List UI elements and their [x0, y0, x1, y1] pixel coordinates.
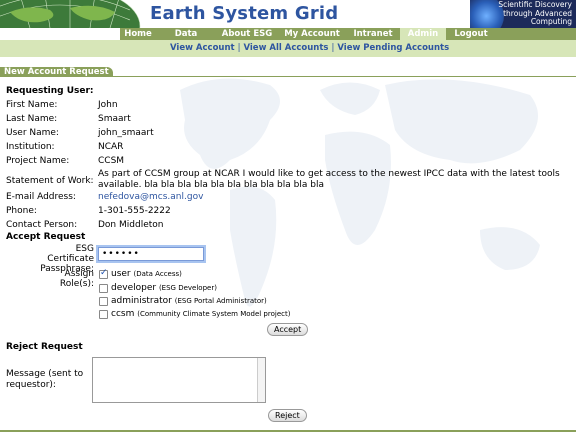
accept-button[interactable]: Accept	[267, 323, 309, 336]
field-label-phone: Phone:	[6, 206, 37, 216]
accept-request-heading: Accept Request	[6, 232, 86, 242]
reject-message-textarea[interactable]	[92, 357, 266, 403]
field-label-user-name: User Name:	[6, 128, 59, 138]
globe-logo	[0, 0, 142, 28]
field-value-statement-of-work: As part of CCSM group at NCAR I would li…	[98, 169, 560, 191]
role-developer-label: developer (ESG Developer)	[111, 283, 217, 293]
tab-logout[interactable]: Logout	[446, 28, 496, 40]
footer-divider	[0, 430, 576, 432]
tab-about-esg[interactable]: About ESG	[216, 28, 278, 40]
main-nav: Home Data About ESG My Account Intranet …	[120, 28, 496, 40]
site-title[interactable]: Earth System Grid	[150, 3, 338, 24]
role-user-desc: (Data Access)	[133, 270, 182, 278]
world-map-background	[180, 78, 540, 307]
link-view-pending-accounts[interactable]: View Pending Accounts	[337, 43, 449, 53]
link-view-account[interactable]: View Account	[170, 43, 235, 53]
field-value-contact-person: Don Middleton	[98, 220, 164, 230]
tab-data[interactable]: Data	[156, 28, 216, 40]
role-developer-checkbox[interactable]	[99, 284, 108, 293]
role-developer-name: developer	[111, 283, 157, 293]
reject-request-heading: Reject Request	[6, 342, 83, 352]
field-value-first-name: John	[98, 100, 118, 110]
role-ccsm-name: ccsm	[111, 309, 135, 319]
field-label-email: E-mail Address:	[6, 192, 76, 202]
assign-roles-label: Assign Role(s):	[59, 269, 94, 289]
email-link[interactable]: nefedova@mcs.anl.gov	[98, 192, 203, 202]
role-administrator-desc: (ESG Portal Administrator)	[174, 297, 267, 305]
reject-button[interactable]: Reject	[268, 409, 307, 422]
message-label-line-1: Message (sent to	[6, 369, 84, 379]
sub-nav: View Account | View All Accounts | View Pend…	[0, 40, 576, 57]
message-label: Message (sent to requestor):	[6, 369, 83, 391]
role-user-label: user (Data Access)	[111, 269, 182, 279]
requesting-user-heading: Requesting User:	[6, 86, 94, 96]
passphrase-label-line-1: ESG Certificate	[47, 244, 94, 264]
role-ccsm-desc: (Community Climate System Model project)	[137, 310, 291, 318]
role-user-name: user	[111, 269, 131, 279]
role-user-checkbox[interactable]	[99, 268, 108, 279]
tab-my-account[interactable]: My Account	[278, 28, 346, 40]
field-label-institution: Institution:	[6, 142, 55, 152]
message-label-line-2: requestor):	[6, 380, 56, 390]
scidac-logo-text: Scientific Discovery through Advanced Co…	[498, 0, 572, 27]
field-value-project-name: CCSM	[98, 156, 125, 166]
field-label-project-name: Project Name:	[6, 156, 70, 166]
field-value-user-name: john_smaart	[98, 128, 154, 138]
field-label-contact-person: Contact Person:	[6, 220, 78, 230]
field-value-institution: NCAR	[98, 142, 124, 152]
role-administrator-label: administrator (ESG Portal Administrator)	[111, 296, 267, 306]
statement-line-1: As part of CCSM group at NCAR I would li…	[98, 169, 560, 179]
role-ccsm-checkbox[interactable]	[99, 310, 108, 319]
tab-admin[interactable]: Admin	[400, 28, 446, 40]
link-view-all-accounts[interactable]: View All Accounts	[243, 43, 328, 53]
field-label-first-name: First Name:	[6, 100, 58, 110]
tab-home[interactable]: Home	[120, 28, 156, 40]
field-label-last-name: Last Name:	[6, 114, 58, 124]
tab-intranet[interactable]: Intranet	[346, 28, 400, 40]
field-label-statement-of-work: Statement of Work:	[6, 176, 94, 186]
statement-line-2: available. bla bla bla bla bla bla bla b…	[98, 180, 324, 190]
scidac-line-3: Computing	[530, 17, 572, 26]
scidac-logo[interactable]: Scientific Discovery through Advanced Co…	[470, 0, 576, 28]
field-value-phone: 1-301-555-2222	[98, 206, 171, 216]
field-value-last-name: Smaart	[98, 114, 131, 124]
site-header: Earth System Grid Scientific Discovery t…	[0, 0, 576, 28]
role-administrator-name: administrator	[111, 296, 172, 306]
passphrase-input[interactable]: ••••••	[98, 247, 204, 261]
textarea-scrollbar[interactable]	[257, 358, 265, 402]
role-developer-desc: (ESG Developer)	[158, 284, 217, 292]
section-divider	[0, 76, 576, 77]
role-administrator-checkbox[interactable]	[99, 297, 108, 306]
role-ccsm-label: ccsm (Community Climate System Model pro…	[111, 309, 290, 319]
